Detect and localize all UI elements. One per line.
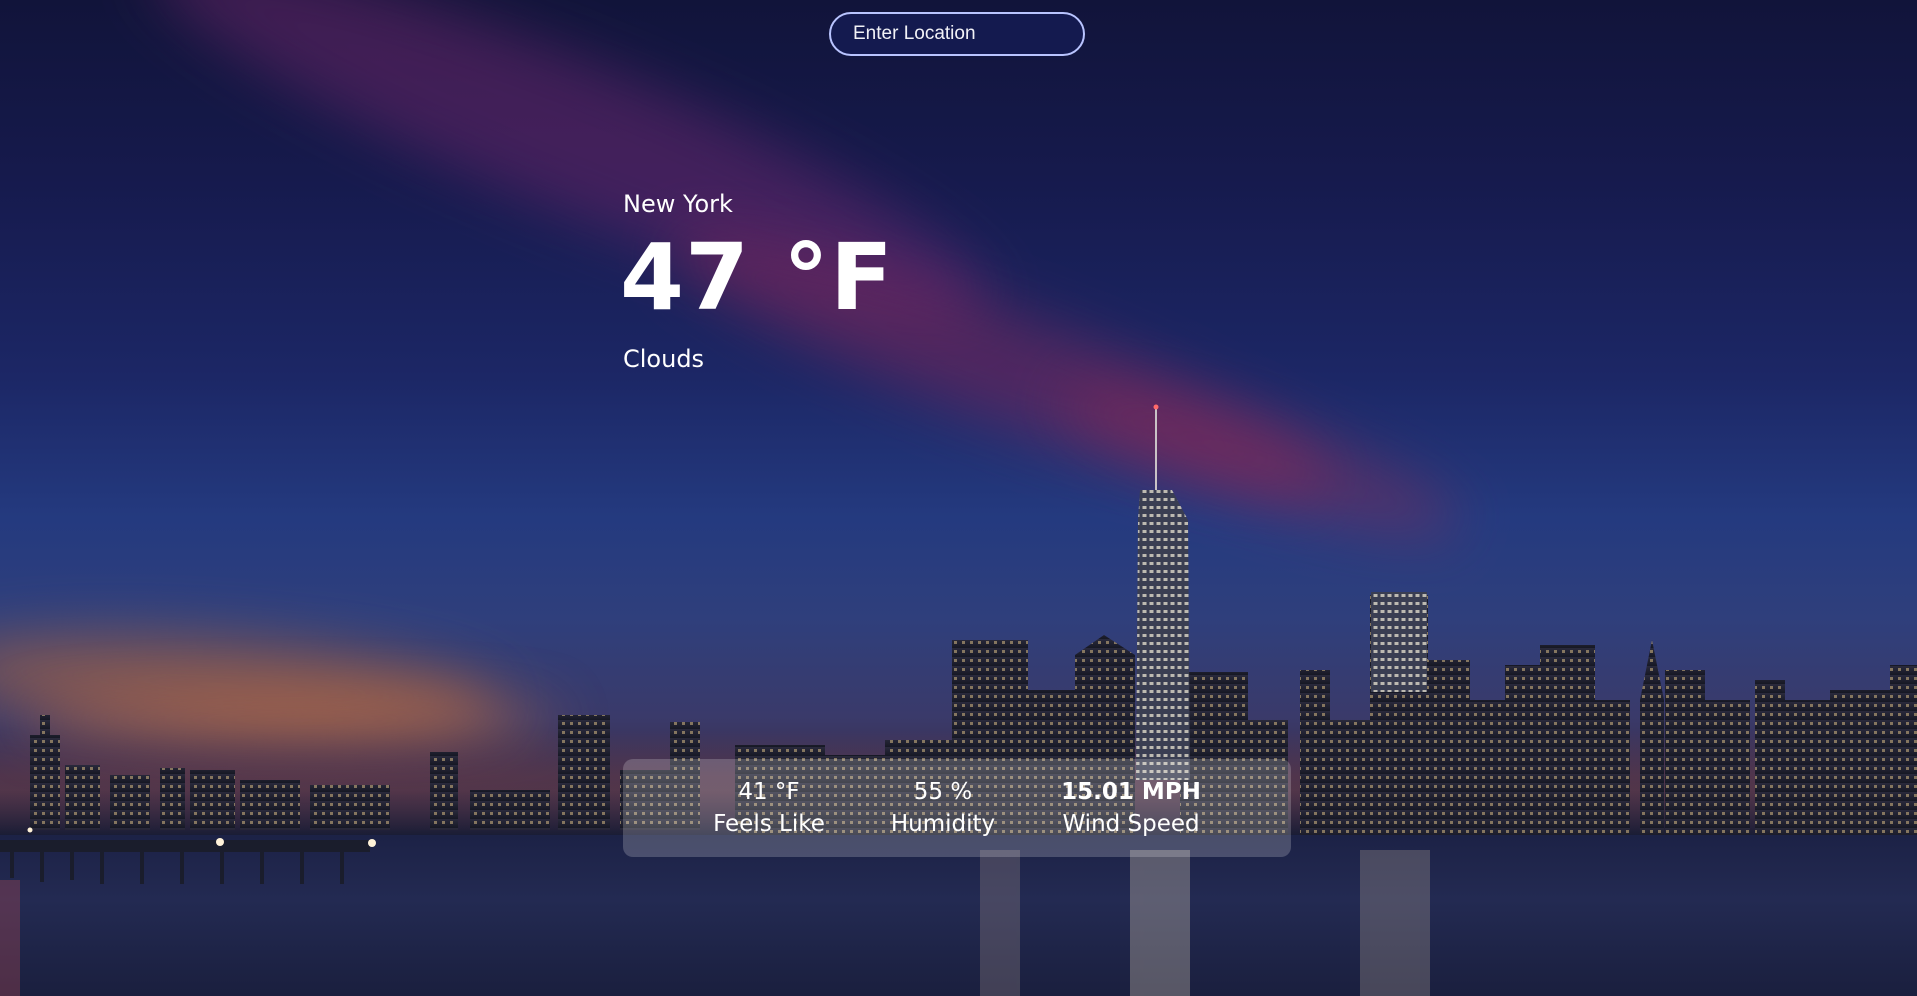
weather-app: New York 47 °F Clouds 41 °F Feels Like 5… [0, 0, 1917, 996]
temperature: 47 °F [620, 224, 894, 331]
humidity-stat: 55 % Humidity [891, 777, 995, 857]
wind-speed-label: Wind Speed [1062, 811, 1200, 837]
humidity-label: Humidity [890, 811, 996, 837]
wind-speed-value: 15.01 MPH [1061, 779, 1201, 805]
feels-like-stat: 41 °F Feels Like [713, 777, 825, 857]
weather-details-panel: 41 °F Feels Like 55 % Humidity 15.01 MPH… [623, 759, 1291, 857]
location-search-input[interactable] [829, 12, 1085, 56]
wind-speed-stat: 15.01 MPH Wind Speed [1061, 777, 1201, 857]
feels-like-label: Feels Like [713, 811, 825, 837]
feels-like-value: 41 °F [738, 779, 800, 805]
weather-description: Clouds [623, 345, 705, 373]
city-name: New York [623, 190, 733, 218]
humidity-value: 55 % [913, 779, 973, 805]
